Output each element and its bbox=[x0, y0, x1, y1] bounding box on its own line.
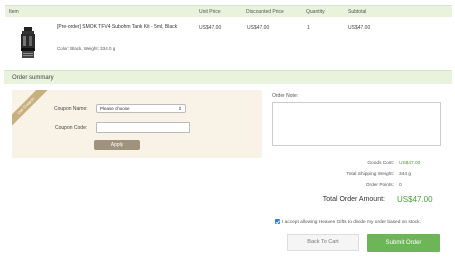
product-image[interactable] bbox=[18, 27, 38, 59]
divide-order-option[interactable]: I accept allowing Heaven Gifts to divide… bbox=[275, 219, 421, 225]
header-discounted-price: Discounted Price bbox=[246, 9, 284, 15]
total-order-amount-label: Total Order Amount: bbox=[322, 196, 385, 203]
coupon-code-input[interactable] bbox=[96, 122, 190, 133]
shipping-weight-label: Total Shipping Weight: bbox=[346, 172, 394, 177]
select-arrows-icon: ⇕ bbox=[178, 106, 182, 111]
order-note-label: Order Note: bbox=[272, 93, 299, 99]
coupon-name-select[interactable]: Please choose ⇕ bbox=[96, 104, 186, 113]
order-points-value: 0 bbox=[399, 183, 402, 188]
header-unit-price: Unit Price bbox=[199, 9, 221, 15]
coupon-panel: Use Coupon Coupon Name: Please choose ⇕ … bbox=[12, 90, 262, 158]
order-summary-title: Order summary bbox=[12, 74, 54, 81]
back-to-cart-button[interactable]: Back To Cart bbox=[287, 234, 359, 251]
header-item: Item bbox=[9, 9, 19, 15]
shipping-weight-value: 344 g bbox=[399, 172, 412, 177]
header-subtotal: Subtotal bbox=[348, 9, 367, 15]
divide-order-text: I accept allowing Heaven Gifts to divide… bbox=[282, 220, 421, 225]
submit-order-button[interactable]: Submit Order bbox=[367, 234, 440, 252]
goods-cost-label: Goods Cost: bbox=[367, 161, 394, 166]
coupon-ribbon: Use Coupon bbox=[12, 90, 49, 129]
subtotal: US$47.00 bbox=[348, 25, 371, 31]
discounted-price: US$47.00 bbox=[247, 25, 270, 31]
apply-button[interactable]: Apply bbox=[94, 140, 140, 150]
coupon-code-label: Coupon Code: bbox=[55, 125, 88, 131]
total-order-amount-value: US$47.00 bbox=[397, 195, 433, 204]
coupon-select-value: Please choose bbox=[100, 106, 130, 111]
coupon-name-label: Coupon Name: bbox=[54, 106, 88, 112]
order-note-textarea[interactable] bbox=[272, 102, 441, 146]
table-row: [Pre-order] SMOK TFV4 Subohm Tank Kit - … bbox=[5, 17, 452, 63]
cart-table-header: Item Unit Price Discounted Price Quantit… bbox=[5, 5, 452, 17]
unit-price: US$47.00 bbox=[199, 25, 222, 31]
goods-cost-value: US$47.00 bbox=[399, 161, 421, 166]
header-quantity: Quantity bbox=[306, 9, 325, 15]
order-points-label: Order Points: bbox=[365, 183, 394, 188]
order-summary-bar: Order summary bbox=[4, 70, 452, 84]
product-meta: Color: Black, Weight: 334.0 g bbox=[57, 46, 116, 51]
divide-order-checkbox[interactable] bbox=[275, 219, 280, 224]
quantity: 1 bbox=[307, 25, 310, 31]
product-name-link[interactable]: [Pre-order] SMOK TFV4 Subohm Tank Kit - … bbox=[57, 24, 187, 31]
